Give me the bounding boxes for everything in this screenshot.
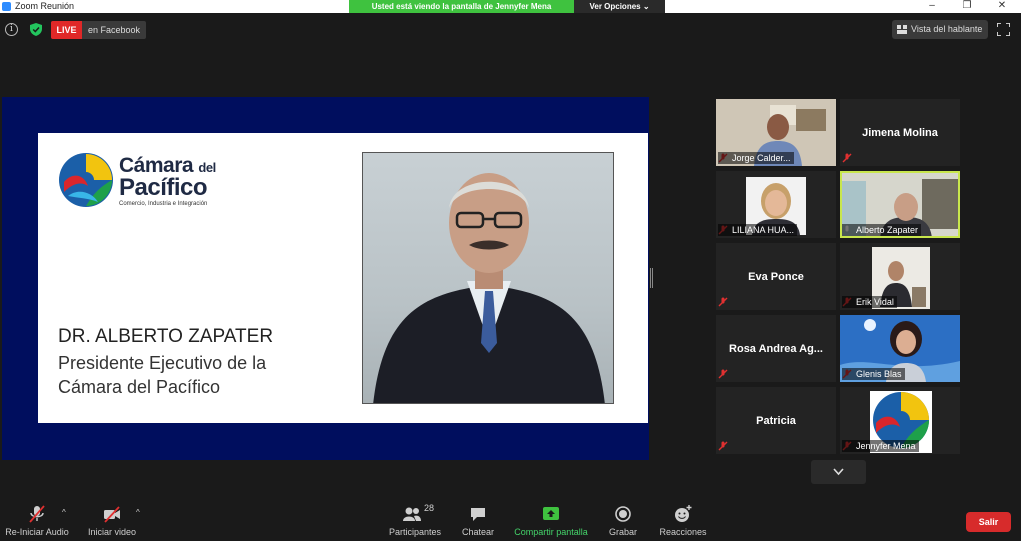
slide-content: Cámara del Pacífico Comercio, Industria …	[38, 133, 648, 423]
participant-name: LILIANA HUA...	[718, 224, 798, 236]
participant-name: Patricia	[756, 414, 796, 427]
zoom-app-icon	[2, 2, 11, 11]
participant-tile[interactable]: Rosa Andrea Ag...	[716, 315, 836, 382]
video-camera-off-icon	[104, 506, 120, 523]
muted-microphone-icon	[29, 505, 45, 523]
record-label: Grabar	[608, 527, 637, 537]
grid-view-icon	[897, 25, 907, 34]
chevron-down-icon	[833, 468, 844, 476]
reactions-label: Reacciones	[659, 527, 707, 537]
panel-resize-handle[interactable]	[650, 268, 653, 288]
reactions-button[interactable]: Reacciones	[659, 504, 707, 537]
share-screen-icon	[543, 507, 559, 520]
restart-audio-label: Re-Iniciar Audio	[5, 527, 69, 537]
participant-tile[interactable]: Jennyfer Mena	[840, 387, 960, 454]
window-title: Zoom Reunión	[15, 1, 75, 11]
live-label: LIVE	[51, 21, 82, 39]
screen-share-banner: Usted está viendo la pantalla de Jennyfe…	[349, 0, 574, 13]
minimize-button[interactable]: –	[917, 0, 947, 13]
camara-pacifico-logo	[59, 153, 113, 207]
muted-mic-icon	[842, 153, 852, 163]
record-button[interactable]: Grabar	[606, 504, 640, 537]
speaker-view-label: Vista del hablante	[911, 24, 983, 34]
participant-tile[interactable]: Glenis Blas	[840, 315, 960, 382]
participants-label: Participantes	[388, 527, 442, 537]
presenter-portrait	[362, 152, 614, 404]
presenter-name: DR. ALBERTO ZAPATER	[58, 326, 274, 347]
meeting-toolbar: Re-Iniciar Audio ^ Iniciar video ^ 28 Pa…	[0, 500, 1021, 541]
muted-mic-icon	[718, 441, 728, 451]
active-speaker-tile[interactable]: Alberto Zapater	[840, 171, 960, 238]
participant-tile[interactable]: LILIANA HUA...	[716, 171, 836, 238]
brand-line1-small: del	[198, 160, 216, 175]
participant-tile[interactable]: Erik Vidal	[840, 243, 960, 310]
shared-screen: Cámara del Pacífico Comercio, Industria …	[2, 97, 649, 460]
participant-name: Rosa Andrea Ag...	[729, 342, 823, 355]
presenter-role: Presidente Ejecutivo de la Cámara del Pa…	[58, 353, 267, 397]
participant-tile[interactable]: Patricia	[716, 387, 836, 454]
participants-icon	[403, 507, 421, 521]
participant-name: Erik Vidal	[842, 296, 897, 308]
close-button[interactable]: ✕	[987, 0, 1017, 13]
brand-line2: Pacífico	[119, 174, 208, 201]
share-screen-label: Compartir pantalla	[514, 527, 588, 537]
meeting-info-icon[interactable]: i	[5, 23, 18, 36]
participant-name: Alberto Zapater	[842, 224, 922, 236]
fullscreen-icon[interactable]	[997, 23, 1010, 36]
participant-name: Jorge Calder...	[718, 152, 794, 164]
live-platform-label: en Facebook	[88, 25, 141, 35]
view-options-button[interactable]: Ver Opciones ⌄	[574, 0, 665, 13]
muted-mic-icon	[718, 369, 728, 379]
chat-button[interactable]: Chatear	[460, 504, 496, 537]
participants-count: 28	[424, 503, 435, 513]
portrait-image	[373, 173, 605, 403]
brand-tagline: Comercio, Industria e Integración	[119, 201, 208, 207]
video-options-caret[interactable]: ^	[136, 508, 140, 517]
reactions-emoji-icon	[675, 505, 692, 522]
chat-bubble-icon	[471, 508, 485, 521]
record-icon	[615, 506, 631, 522]
brand-name: Cámara del Pacífico Comercio, Industria …	[119, 155, 216, 207]
restart-audio-button[interactable]: Re-Iniciar Audio	[4, 504, 70, 537]
gallery-scroll-down-button[interactable]	[811, 460, 866, 484]
participant-name: Jennyfer Mena	[842, 440, 919, 452]
participant-tile[interactable]: Jimena Molina	[840, 99, 960, 166]
restore-button[interactable]: ❐	[952, 0, 982, 13]
leave-meeting-button[interactable]: Salir	[966, 512, 1011, 532]
muted-mic-icon	[718, 297, 728, 307]
encryption-shield-icon[interactable]	[30, 23, 42, 36]
participant-name: Jimena Molina	[862, 126, 938, 139]
audio-options-caret[interactable]: ^	[62, 508, 66, 517]
participants-button[interactable]: 28 Participantes	[388, 503, 442, 537]
participant-tile[interactable]: Jorge Calder...	[716, 99, 836, 166]
start-video-label: Iniciar video	[87, 527, 137, 537]
participant-name: Glenis Blas	[842, 368, 905, 380]
participant-name: Eva Ponce	[748, 270, 804, 283]
participant-tile[interactable]: Eva Ponce	[716, 243, 836, 310]
start-video-button[interactable]: Iniciar video	[86, 504, 138, 537]
speaker-view-button[interactable]: Vista del hablante	[892, 20, 988, 39]
share-screen-button[interactable]: Compartir pantalla	[513, 504, 589, 537]
chat-label: Chatear	[461, 527, 495, 537]
live-stream-badge[interactable]: LIVE en Facebook	[51, 21, 146, 39]
